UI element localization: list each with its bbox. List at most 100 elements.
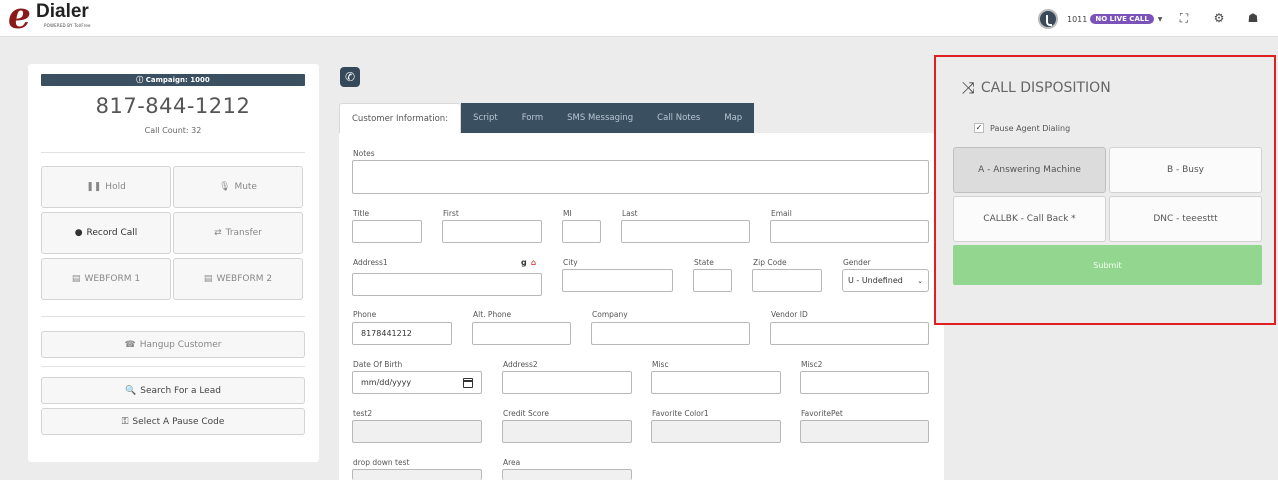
dropdown-test-label: drop down test [353,458,410,467]
pause-agent-checkbox[interactable]: ✓ [974,123,984,133]
transfer-button[interactable]: ⇄ Transfer [173,212,303,254]
title-label: Title [353,209,370,218]
hangup-label: Hangup Customer [139,339,222,350]
mute-button[interactable]: 🎙 Mute [173,166,303,208]
info-icon: ⓘ [136,76,146,84]
binoculars-icon[interactable]: ⛶ [1177,11,1191,25]
calendar-icon[interactable] [463,378,473,388]
notes-textarea[interactable] [352,160,929,194]
gear-icon[interactable]: ⚙ [1212,11,1226,25]
mi-label: MI [563,209,572,218]
phone-input[interactable]: 8178441212 [352,322,452,345]
call-count: Call Count: 32 [144,126,202,135]
city-input[interactable] [562,269,673,292]
test2-input[interactable] [352,420,482,443]
address2-label: Address2 [503,360,538,369]
search-label: Search For a Lead [140,385,221,396]
disposition-dnc[interactable]: DNC - teeesttt [1109,196,1262,242]
divider [41,152,305,153]
alt-phone-input[interactable] [472,322,571,345]
notes-label: Notes [353,149,375,158]
pause-code-label: Select A Pause Code [132,416,225,427]
misc-label: Misc [652,360,669,369]
phone-icon[interactable]: ✆ [340,67,360,87]
disposition-call-back[interactable]: CALLBK - Call Back * [953,196,1106,242]
transfer-icon: ⇄ [214,228,222,238]
phone-value: 8178441212 [361,329,412,338]
agent-extension: 1011 [1067,14,1088,24]
tab-customer-information[interactable]: Customer Information: [339,103,462,133]
state-input[interactable] [693,269,732,292]
transfer-label: Transfer [225,228,262,238]
last-label: Last [622,209,638,218]
dropdown-test-input[interactable] [352,469,482,480]
first-label: First [443,209,459,218]
pause-code-button[interactable]: ⚿ Select A Pause Code [41,408,305,435]
campaign-label: Campaign: 1000 [145,76,210,84]
email-input[interactable] [770,220,929,243]
search-lead-button[interactable]: 🔍 Search For a Lead [41,377,305,404]
tab-script[interactable]: Script [461,103,510,133]
microphone-slash-icon: 🎙 [219,182,231,192]
favorite-color-input[interactable] [651,420,781,443]
first-name-input[interactable] [442,220,542,243]
webform2-label: WEBFORM 2 [216,274,273,284]
tab-form[interactable]: Form [509,103,556,133]
test2-label: test2 [353,409,373,418]
call-disposition-panel: ⤨ CALL DISPOSITION ✓ Pause Agent Dialing… [934,55,1276,325]
date-of-birth-input[interactable]: mm/dd/yyyy [352,371,482,394]
phone-label: Phone [353,310,377,319]
record-icon: ● [74,228,83,238]
pause-icon: ❚❚ [86,182,102,192]
disposition-busy[interactable]: B - Busy [1109,147,1262,193]
logo-tagline: POWERED BY TollFree [44,23,91,28]
zip-code-input[interactable] [752,269,822,292]
submit-disposition-button[interactable]: Submit [953,245,1262,285]
state-label: State [694,258,714,267]
tab-map[interactable]: Map [712,103,755,133]
pause-agent-dialing-row[interactable]: ✓ Pause Agent Dialing [974,123,1070,133]
email-label: Email [771,209,792,218]
favorite-color-label: Favorite Color1 [652,409,709,418]
disposition-answering-machine[interactable]: A - Answering Machine [953,147,1106,193]
misc2-input[interactable] [800,371,929,394]
tab-sms-messaging[interactable]: SMS Messaging [555,103,646,133]
users-icon[interactable]: ☗ [1246,11,1260,25]
credit-score-input[interactable] [502,420,632,443]
title-input[interactable] [352,220,422,243]
hold-label: Hold [105,182,126,192]
info-tabs: Customer Information: Script Form SMS Me… [339,103,755,133]
divider [41,366,305,367]
tab-call-notes[interactable]: Call Notes [645,103,713,133]
mute-label: Mute [234,182,257,192]
last-name-input[interactable] [621,220,750,243]
call-control-panel: ⓘ Campaign: 1000 817-844-1212 Call Count… [28,64,319,462]
hangup-customer-button[interactable]: ☎ Hangup Customer [41,331,305,358]
address2-input[interactable] [502,371,632,394]
agent-power-icon[interactable] [1038,9,1058,29]
company-input[interactable] [591,322,750,345]
pause-agent-label: Pause Agent Dialing [990,123,1071,133]
vendor-id-input[interactable] [770,322,929,345]
favorite-pet-label: FavoritePet [801,409,843,418]
google-icon[interactable]: g [521,258,527,267]
gender-select[interactable]: U - Undefined ⌄ [842,269,929,292]
area-label: Area [503,458,521,467]
customer-information-form: Notes Title First MI Last Email Address1… [339,133,944,480]
edialer-logo[interactable]: e Dialer POWERED BY TollFree [8,0,118,37]
logo-letter: e [8,0,31,37]
area-input[interactable] [502,469,632,480]
chevron-down-icon[interactable]: ▼ [1158,16,1163,23]
middle-initial-input[interactable] [562,220,601,243]
favorite-pet-input[interactable] [800,420,929,443]
webform1-label: WEBFORM 1 [84,274,141,284]
misc-input[interactable] [651,371,781,394]
agent-status-area[interactable]: 1011 NO LIVE CALL ▼ [1038,8,1162,30]
hold-button[interactable]: ❚❚ Hold [41,166,171,208]
address1-input[interactable] [352,273,542,296]
company-label: Company [592,310,628,319]
record-call-button[interactable]: ● Record Call [41,212,171,254]
webform2-button[interactable]: ▤ WEBFORM 2 [173,258,303,300]
home-icon[interactable]: ⌂ [531,258,536,267]
webform1-button[interactable]: ▤ WEBFORM 1 [41,258,171,300]
